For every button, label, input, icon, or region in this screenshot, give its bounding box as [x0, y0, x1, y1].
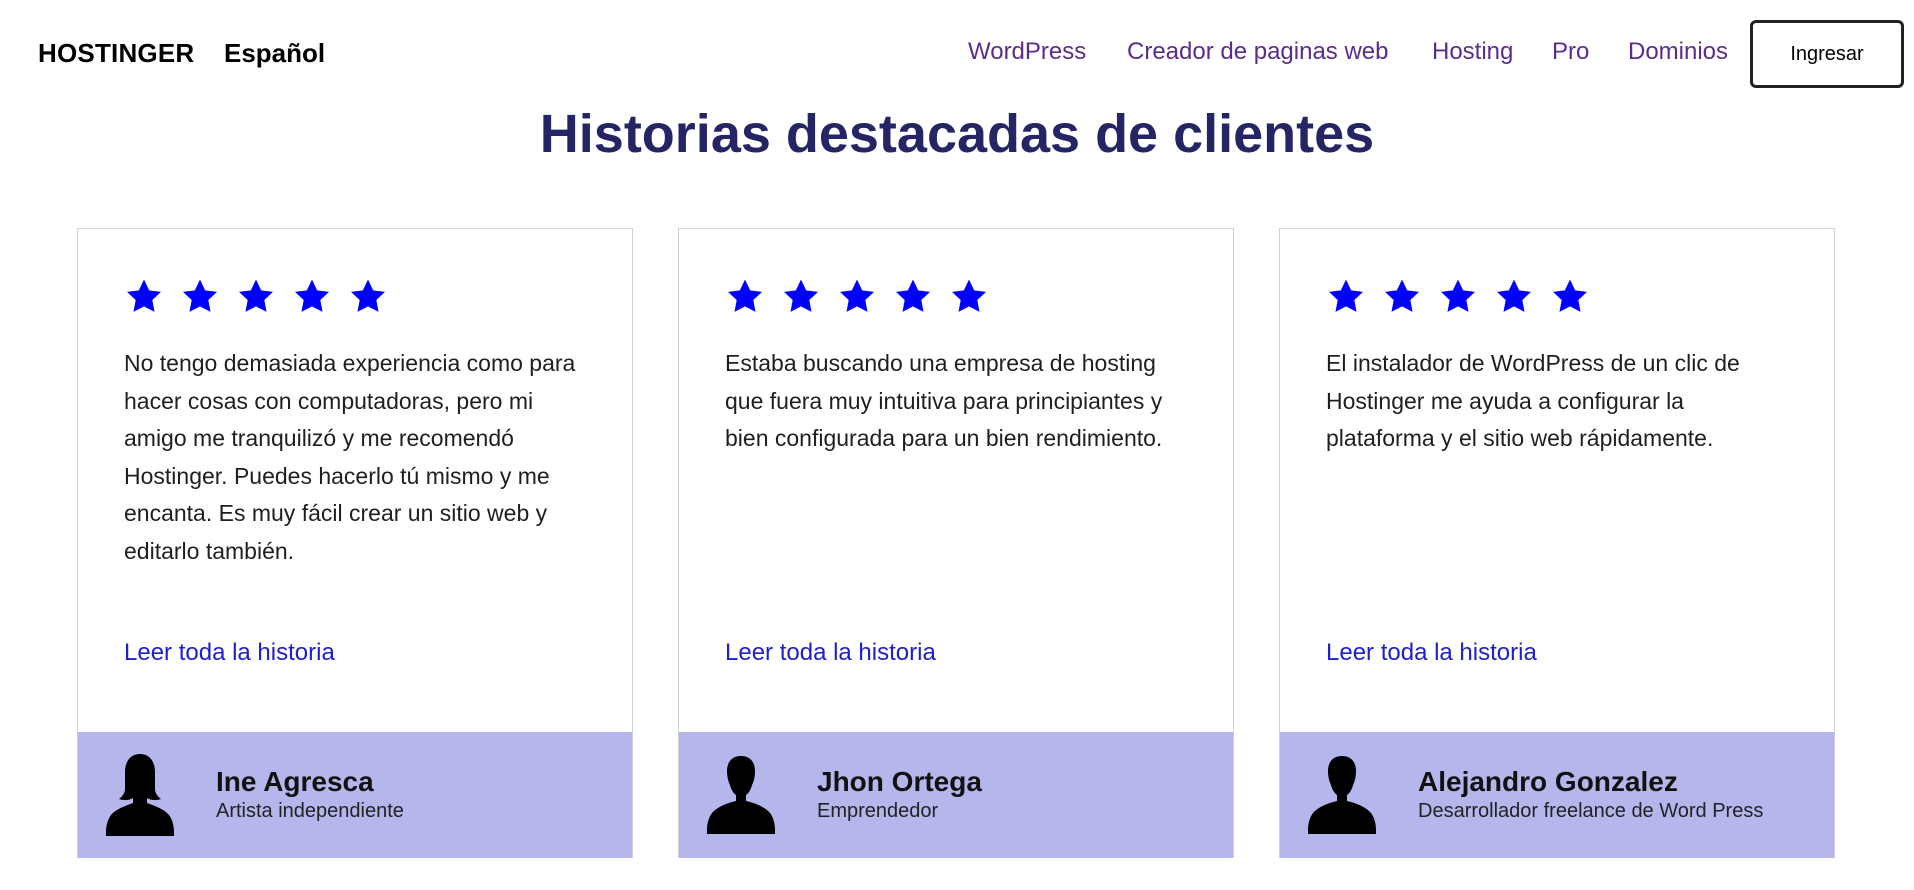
star-icon — [292, 277, 332, 317]
star-icon — [781, 277, 821, 317]
star-icon — [236, 277, 276, 317]
star-icon — [1382, 277, 1422, 317]
star-icon — [124, 277, 164, 317]
testimonial-quote: El instalador de WordPress de un clic de… — [1326, 350, 1740, 452]
read-full-story-link[interactable]: Leer toda la historia — [1326, 639, 1537, 667]
star-rating — [1326, 277, 1590, 317]
nav-link-pro[interactable]: Pro — [1552, 38, 1589, 66]
customer-info: Alejandro Gonzalez Desarrollador freelan… — [1280, 732, 1834, 858]
customer-info: Ine Agresca Artista independiente — [78, 732, 632, 858]
nav-link-hosting[interactable]: Hosting — [1432, 38, 1513, 66]
star-icon — [1494, 277, 1534, 317]
nav-link-website-builder[interactable]: Creador de paginas web — [1127, 38, 1389, 66]
hostinger-logo[interactable]: HOSTINGER — [38, 38, 194, 69]
read-full-story-link[interactable]: Leer toda la historia — [124, 639, 335, 667]
customer-role: Artista independiente — [216, 800, 404, 822]
section-title: Historias destacadas de clientes — [539, 104, 1375, 164]
star-icon — [1438, 277, 1478, 317]
star-icon — [837, 277, 877, 317]
customer-role: Desarrollador freelance de Word Press — [1418, 800, 1764, 822]
testimonial-quote: No tengo demasiada experiencia como para… — [124, 350, 576, 564]
female-silhouette-icon — [104, 752, 176, 836]
star-icon — [725, 277, 765, 317]
customer-info: Jhon Ortega Emprendedor — [679, 732, 1233, 858]
nav-link-wordpress[interactable]: WordPress — [968, 38, 1086, 66]
male-silhouette-icon — [705, 752, 777, 836]
star-icon — [949, 277, 989, 317]
star-icon — [893, 277, 933, 317]
read-full-story-link[interactable]: Leer toda la historia — [725, 639, 936, 667]
customer-name: Alejandro Gonzalez — [1418, 766, 1678, 797]
top-navigation: HOSTINGER Español WordPress Creador de p… — [0, 0, 1914, 108]
customer-name: Jhon Ortega — [817, 766, 982, 797]
male-silhouette-icon — [1306, 752, 1378, 836]
testimonial-quote: Estaba buscando una empresa de hosting q… — [725, 350, 1163, 452]
testimonial-card: Estaba buscando una empresa de hosting q… — [678, 228, 1234, 858]
login-button[interactable]: Ingresar — [1750, 20, 1904, 88]
star-rating — [725, 277, 989, 317]
star-icon — [180, 277, 220, 317]
customer-role: Emprendedor — [817, 800, 939, 822]
language-selector[interactable]: Español — [224, 38, 325, 69]
page: HOSTINGER Español WordPress Creador de p… — [0, 0, 1914, 890]
customer-name: Ine Agresca — [216, 766, 374, 797]
star-icon — [1326, 277, 1366, 317]
nav-link-domains[interactable]: Dominios — [1628, 38, 1728, 66]
star-rating — [124, 277, 388, 317]
testimonial-card: El instalador de WordPress de un clic de… — [1279, 228, 1835, 858]
star-icon — [1550, 277, 1590, 317]
testimonial-card: No tengo demasiada experiencia como para… — [77, 228, 633, 858]
star-icon — [348, 277, 388, 317]
